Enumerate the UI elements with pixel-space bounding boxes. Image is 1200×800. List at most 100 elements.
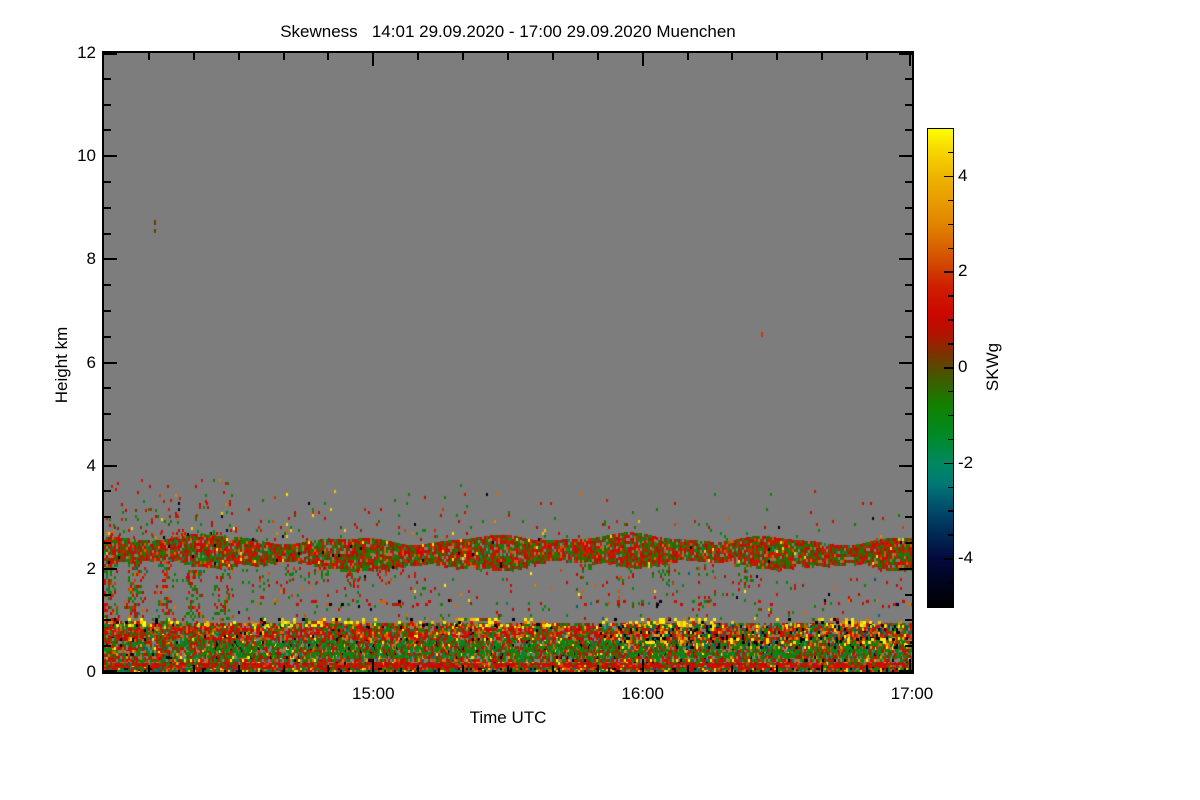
y-major-tick — [104, 670, 117, 672]
x-minor-tick — [776, 665, 779, 672]
y-minor-tick — [905, 129, 912, 132]
x-minor-tick — [551, 53, 554, 60]
colorbar-minor-tick — [948, 534, 953, 536]
colorbar-minor-tick — [948, 295, 953, 297]
y-minor-tick — [905, 206, 912, 209]
x-major-tick — [372, 659, 375, 672]
colorbar-minor-tick — [948, 223, 953, 226]
y-tick-label: 2 — [86, 558, 96, 578]
y-tick-label: 10 — [77, 146, 96, 166]
y-minor-tick — [905, 438, 912, 441]
y-major-tick — [899, 670, 912, 672]
x-minor-tick — [866, 53, 869, 60]
y-major-tick — [899, 258, 912, 261]
y-minor-tick — [905, 335, 912, 338]
x-minor-tick — [686, 53, 689, 60]
x-minor-tick — [192, 665, 195, 672]
y-axis-title-text: Height km — [52, 326, 71, 404]
y-major-tick — [104, 155, 117, 158]
x-minor-tick — [192, 53, 195, 60]
y-minor-tick — [905, 542, 912, 545]
y-minor-tick — [104, 438, 111, 441]
colorbar-tick-label: -2 — [958, 452, 974, 472]
y-minor-tick — [104, 593, 111, 596]
y-minor-tick — [104, 645, 111, 648]
colorbar-minor-tick — [948, 582, 953, 584]
y-minor-tick — [104, 413, 111, 416]
x-minor-tick — [327, 53, 330, 60]
colorbar-minor-tick — [948, 319, 953, 321]
y-minor-tick — [104, 77, 111, 80]
y-major-tick — [104, 361, 117, 364]
y-minor-tick — [104, 309, 111, 312]
colorbar-major-tick — [944, 558, 953, 560]
y-minor-tick — [905, 284, 912, 287]
x-minor-tick — [866, 665, 869, 672]
x-minor-tick — [596, 665, 599, 672]
y-minor-tick — [104, 387, 111, 390]
colorbar-minor-tick — [948, 247, 953, 250]
x-minor-tick — [821, 53, 824, 60]
y-major-tick — [104, 258, 117, 261]
x-minor-tick — [776, 53, 779, 60]
y-minor-tick — [104, 490, 111, 493]
y-major-tick — [104, 53, 117, 55]
x-minor-tick — [417, 665, 420, 672]
y-minor-tick — [104, 232, 111, 235]
colorbar-title-text: SKWg — [983, 342, 1002, 392]
colorbar-minor-tick — [948, 199, 953, 202]
x-minor-tick — [462, 53, 465, 60]
x-major-tick — [641, 659, 644, 672]
y-minor-tick — [905, 645, 912, 648]
x-minor-tick — [507, 53, 509, 60]
y-minor-tick — [104, 180, 111, 183]
y-minor-tick — [905, 593, 912, 596]
x-minor-tick — [507, 665, 509, 672]
y-minor-tick — [104, 284, 111, 287]
skewness-quicklook-page: Skewness 14:01 29.09.2020 - 17:00 29.09.… — [0, 0, 1200, 800]
x-minor-tick — [417, 53, 420, 60]
colorbar-minor-tick — [948, 343, 953, 345]
colorbar-tick-label: -4 — [958, 548, 974, 568]
y-minor-tick — [104, 619, 111, 622]
colorbar-tick-label: 4 — [958, 165, 968, 185]
heatmap-canvas — [104, 53, 912, 672]
plot-area — [102, 51, 914, 674]
colorbar-major-tick — [944, 175, 953, 178]
y-minor-tick — [905, 387, 912, 390]
colorbar-minor-tick — [948, 486, 953, 489]
colorbar-minor-tick — [948, 510, 953, 512]
x-minor-tick — [237, 53, 240, 60]
y-minor-tick — [104, 335, 111, 338]
y-minor-tick — [905, 413, 912, 416]
y-minor-tick — [104, 542, 111, 545]
y-minor-tick — [905, 619, 912, 622]
y-minor-tick — [905, 77, 912, 80]
y-minor-tick — [905, 490, 912, 493]
y-minor-tick — [905, 103, 912, 106]
y-minor-tick — [104, 206, 111, 209]
y-major-tick — [104, 464, 117, 467]
colorbar-minor-tick — [948, 151, 953, 154]
x-minor-tick — [686, 665, 689, 672]
x-minor-tick — [147, 53, 150, 60]
x-minor-tick — [327, 665, 330, 672]
y-major-tick — [899, 464, 912, 467]
x-tick-label: 17:00 — [890, 684, 934, 703]
y-minor-tick — [104, 129, 111, 132]
y-minor-tick — [905, 516, 912, 519]
x-major-tick — [641, 53, 644, 66]
x-minor-tick — [282, 665, 285, 672]
colorbar-major-tick — [944, 271, 953, 273]
y-major-tick — [104, 567, 117, 570]
y-major-tick — [899, 567, 912, 570]
y-tick-label: 12 — [77, 43, 96, 62]
y-minor-tick — [905, 232, 912, 235]
colorbar-major-tick — [944, 367, 953, 369]
x-minor-tick — [282, 53, 285, 60]
x-minor-tick — [596, 53, 599, 60]
colorbar-major-tick — [944, 462, 953, 465]
x-major-tick — [372, 53, 375, 66]
x-tick-label: 15:00 — [352, 684, 395, 703]
colorbar — [927, 128, 954, 608]
